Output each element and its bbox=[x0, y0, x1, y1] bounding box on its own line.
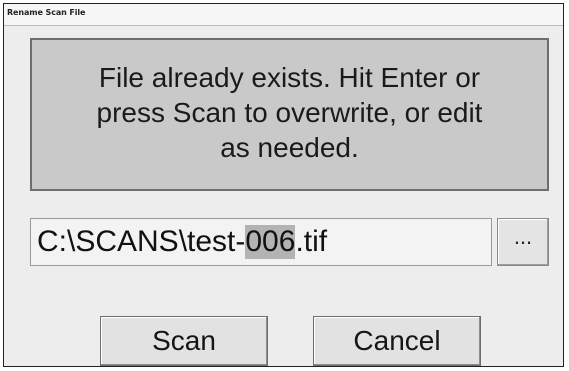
scan-button[interactable]: Scan bbox=[100, 316, 268, 366]
message-line-2: press Scan to overwrite, or edit bbox=[96, 97, 483, 128]
dialog-title: Rename Scan File bbox=[7, 8, 86, 17]
message-panel: File already exists. Hit Enter or press … bbox=[30, 38, 549, 191]
title-bar[interactable]: Rename Scan File bbox=[4, 4, 563, 26]
filename-prefix: C:\SCANS\test- bbox=[37, 225, 246, 258]
browse-button[interactable]: ... bbox=[497, 218, 549, 266]
message-line-1: File already exists. Hit Enter or bbox=[98, 62, 481, 93]
cancel-button[interactable]: Cancel bbox=[313, 316, 481, 366]
filename-suffix: .tif bbox=[295, 225, 328, 258]
message-line-3: as needed. bbox=[220, 132, 359, 163]
filename-input[interactable]: C:\SCANS\test- 006 .tif bbox=[30, 218, 492, 266]
message-text: File already exists. Hit Enter or press … bbox=[32, 60, 547, 165]
filename-selected-text: 006 bbox=[245, 225, 296, 259]
